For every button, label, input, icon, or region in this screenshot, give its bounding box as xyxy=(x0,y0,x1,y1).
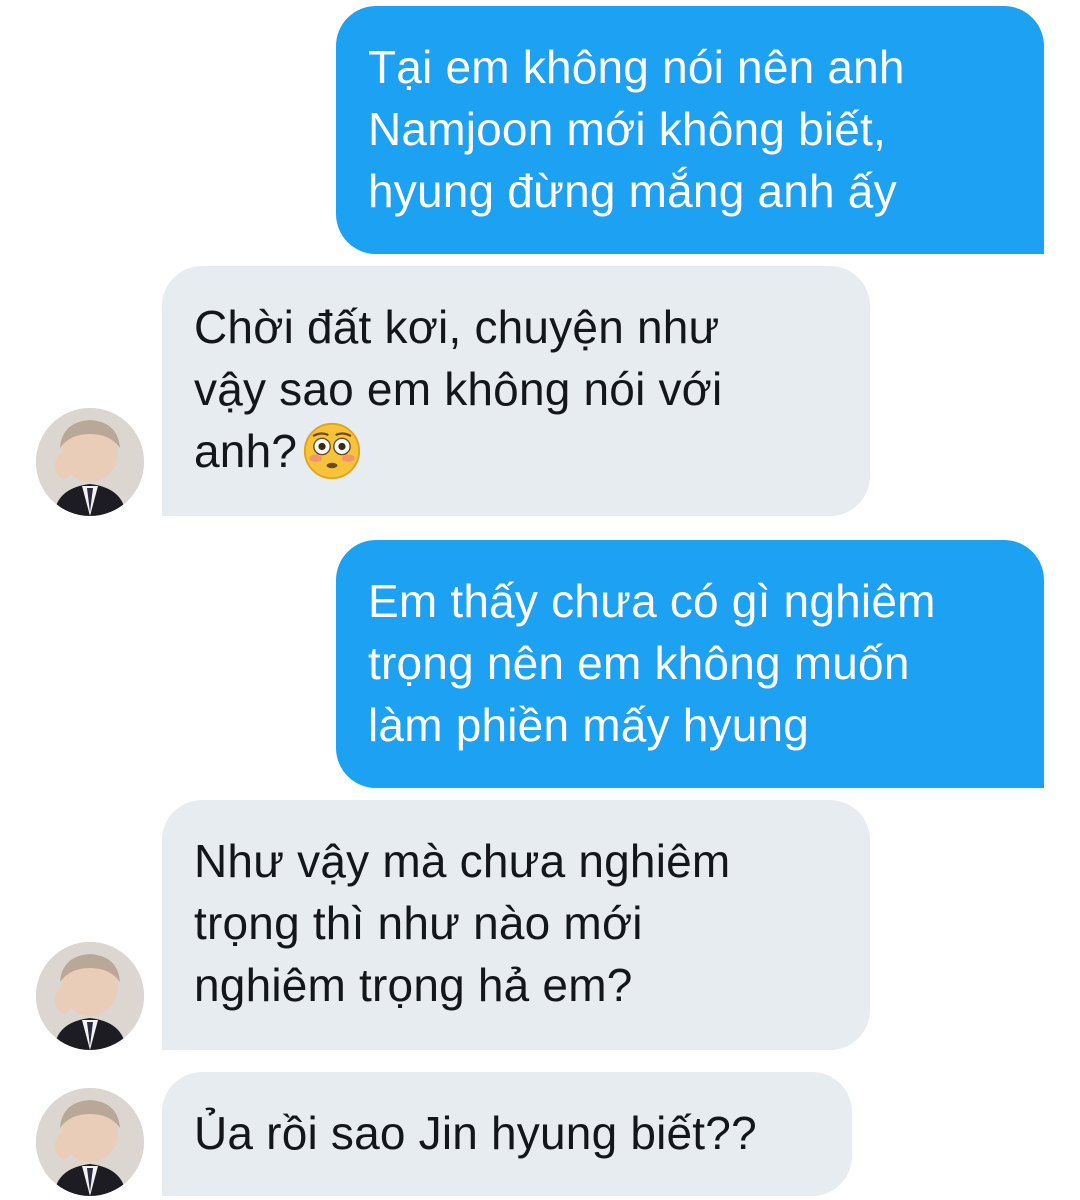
outgoing-message-bubble[interactable]: Em thấy chưa có gì nghiêm trọng nên em k… xyxy=(336,540,1044,788)
user-avatar-photo xyxy=(36,1088,144,1196)
incoming-message-bubble[interactable]: Chời đất kơi, chuyện như vậy sao em khôn… xyxy=(162,266,870,516)
message-text: Như vậy mà chưa nghiêm trọng thì như nào… xyxy=(194,835,731,1011)
message-text: Chời đất kơi, chuyện như vậy sao em khôn… xyxy=(194,296,840,482)
user-avatar-photo xyxy=(36,942,144,1050)
avatar[interactable] xyxy=(36,1088,144,1196)
avatar[interactable] xyxy=(36,942,144,1050)
user-avatar-photo xyxy=(36,408,144,516)
incoming-message-bubble[interactable]: Ủa rồi sao Jin hyung biết?? xyxy=(162,1072,852,1196)
incoming-message-bubble[interactable]: Như vậy mà chưa nghiêm trọng thì như nào… xyxy=(162,800,870,1050)
flushed-face-icon xyxy=(304,422,361,479)
outgoing-message-bubble[interactable]: Tại em không nói nên anh Namjoon mới khô… xyxy=(336,6,1044,254)
message-text: Ủa rồi sao Jin hyung biết?? xyxy=(194,1107,757,1159)
avatar[interactable] xyxy=(36,408,144,516)
message-text: Em thấy chưa có gì nghiêm trọng nên em k… xyxy=(368,575,936,751)
message-text: Tại em không nói nên anh Namjoon mới khô… xyxy=(368,41,905,217)
message-text-content: Chời đất kơi, chuyện như vậy sao em khôn… xyxy=(194,301,723,477)
